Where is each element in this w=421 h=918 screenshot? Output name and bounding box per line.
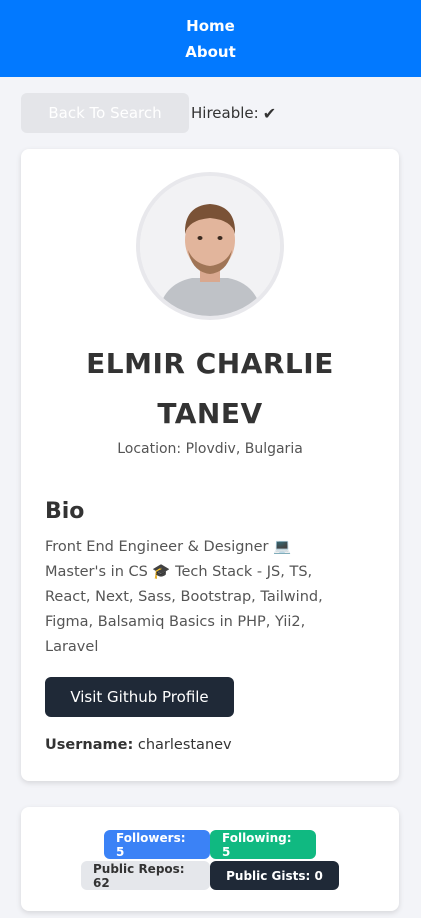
followers-badge: Followers: 5 bbox=[104, 830, 210, 859]
stats-card: Followers: 5 Following: 5 Public Repos: … bbox=[21, 807, 399, 911]
following-badge: Following: 5 bbox=[210, 830, 316, 859]
hireable-label: Hireable: bbox=[191, 104, 259, 122]
profile-name: ELMIR CHARLIE TANEV bbox=[86, 347, 334, 430]
username-value: charlestanev bbox=[137, 737, 232, 753]
username-row: Username: charlestanev bbox=[45, 737, 232, 753]
bio-text: Front End Engineer & Designer 💻 Master's… bbox=[45, 539, 323, 655]
public-repos-badge: Public Repos: 62 bbox=[81, 861, 210, 890]
username-label: Username: bbox=[45, 737, 134, 753]
profile-card: ELMIR CHARLIE TANEV Location: Plovdiv, B… bbox=[21, 149, 399, 781]
nav-home-link[interactable]: Home bbox=[186, 16, 235, 36]
bio-heading: Bio bbox=[45, 499, 85, 524]
public-gists-badge: Public Gists: 0 bbox=[210, 861, 339, 890]
hireable-status: Hireable: ✔ bbox=[191, 104, 276, 123]
visit-github-profile-button[interactable]: Visit Github Profile bbox=[45, 677, 234, 717]
navbar: Home About bbox=[0, 0, 421, 77]
back-to-search-button[interactable]: Back To Search bbox=[21, 93, 189, 133]
avatar bbox=[136, 172, 284, 320]
check-icon: ✔ bbox=[262, 103, 277, 123]
nav-about-link[interactable]: About bbox=[185, 42, 236, 62]
profile-location: Location: Plovdiv, Bulgaria bbox=[117, 441, 303, 457]
toolbar: Back To Search Hireable: ✔ bbox=[0, 77, 421, 133]
avatar-image bbox=[140, 176, 280, 316]
